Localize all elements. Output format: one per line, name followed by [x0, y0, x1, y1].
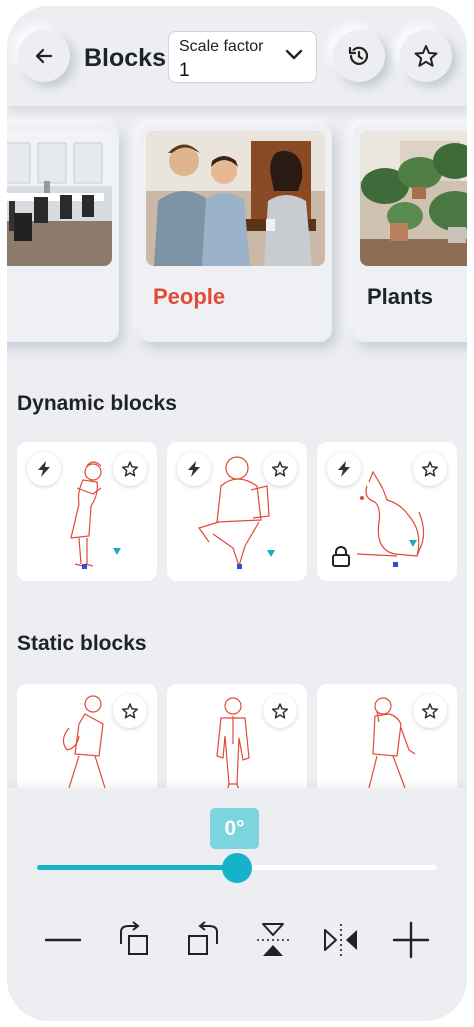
- dynamic-bolt-badge: [177, 452, 211, 486]
- star-icon: [421, 703, 439, 719]
- rotate-cw-icon: [120, 921, 148, 955]
- bolt-icon: [188, 461, 200, 477]
- category-card-plants[interactable]: Plants: [353, 124, 467, 342]
- favorite-toggle[interactable]: [113, 452, 147, 486]
- scale-factor-select[interactable]: Scale factor 1: [168, 31, 317, 83]
- star-icon: [121, 461, 139, 477]
- page-title: Blocks: [84, 44, 166, 72]
- lock-icon: [332, 546, 350, 567]
- favorite-toggle[interactable]: [413, 452, 447, 486]
- star-icon: [271, 461, 289, 477]
- scale-down-button[interactable]: [43, 920, 83, 960]
- rotate-counterclockwise-button[interactable]: [183, 920, 223, 960]
- scale-up-button[interactable]: [391, 920, 431, 960]
- flip-horizontal-button[interactable]: [321, 920, 361, 960]
- rotate-ccw-icon: [188, 921, 218, 955]
- office-photo: [7, 131, 112, 266]
- static-blocks-heading: Static blocks: [17, 632, 147, 655]
- category-label: People: [153, 284, 226, 309]
- star-icon: [271, 703, 289, 719]
- block-cat[interactable]: [317, 442, 457, 581]
- plants-photo: [360, 131, 467, 266]
- flip-vertical-icon: [257, 923, 289, 956]
- phone-frame: Blocks Scale factor 1 People Plants Dyna…: [7, 6, 467, 1021]
- rotation-slider-fill: [37, 865, 237, 870]
- block-man-sitting-reading[interactable]: [167, 442, 307, 581]
- history-icon: [348, 46, 369, 65]
- dynamic-bolt-badge: [327, 452, 361, 486]
- arrow-left-icon: [35, 48, 53, 64]
- rotation-angle-badge: 0°: [210, 808, 259, 849]
- chevron-down-icon: [285, 49, 303, 60]
- history-button[interactable]: [333, 30, 385, 82]
- rotation-slider-thumb[interactable]: [222, 853, 252, 883]
- header: Blocks Scale factor 1: [7, 6, 467, 106]
- dynamic-blocks-heading: Dynamic blocks: [17, 392, 177, 415]
- plus-icon: [392, 921, 430, 959]
- star-icon: [414, 45, 438, 67]
- category-label: Plants: [367, 284, 434, 309]
- transform-panel: 0°: [7, 788, 467, 1021]
- bolt-icon: [338, 461, 350, 477]
- dynamic-bolt-badge: [27, 452, 61, 486]
- star-icon: [421, 461, 439, 477]
- back-button[interactable]: [18, 30, 70, 82]
- category-card-people[interactable]: People: [139, 124, 332, 342]
- bolt-icon: [38, 461, 50, 477]
- favorite-toggle[interactable]: [263, 452, 297, 486]
- favorite-toggle[interactable]: [113, 694, 147, 728]
- scale-factor-value: 1: [179, 60, 190, 81]
- block-woman-hugging[interactable]: [17, 442, 157, 581]
- star-icon: [121, 703, 139, 719]
- scale-factor-label: Scale factor: [179, 38, 264, 55]
- favorite-toggle[interactable]: [263, 694, 297, 728]
- rotate-clockwise-button[interactable]: [115, 920, 155, 960]
- people-photo: [146, 131, 325, 266]
- category-card-office[interactable]: [7, 124, 119, 342]
- flip-vertical-button[interactable]: [253, 920, 293, 960]
- favorite-toggle[interactable]: [413, 694, 447, 728]
- favorites-button[interactable]: [400, 30, 452, 82]
- minus-icon: [44, 938, 82, 942]
- flip-horizontal-icon: [324, 924, 357, 956]
